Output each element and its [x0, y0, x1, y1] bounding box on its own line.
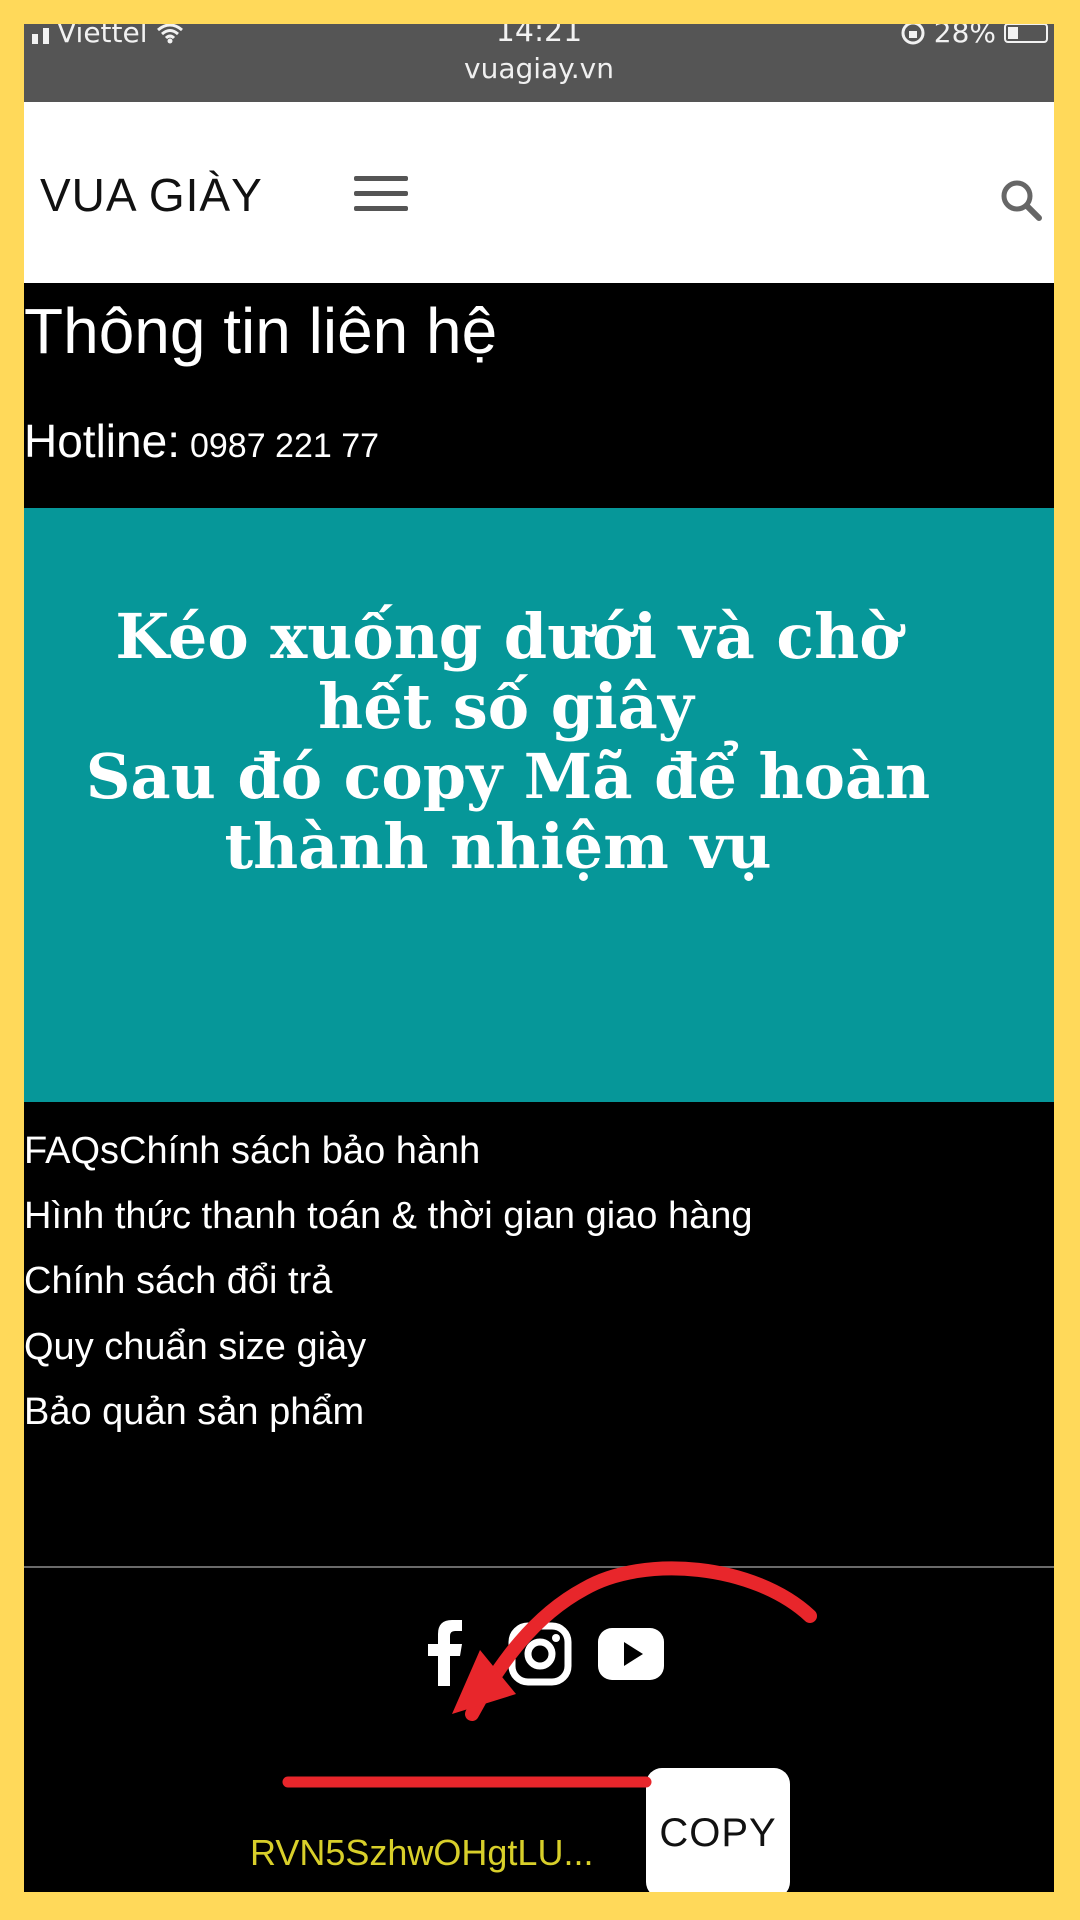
hotline: Hotline: 0987 221 77: [24, 414, 379, 468]
footer-link-faqs-warranty[interactable]: FAQsChính sách bảo hành: [24, 1130, 480, 1173]
banner-line: Kéo xuống dưới và chờ: [115, 600, 901, 673]
footer-link-size-guide[interactable]: Quy chuẩn size giày: [24, 1326, 366, 1369]
battery-percent: 28%: [933, 24, 996, 49]
copy-button[interactable]: COPY: [646, 1768, 790, 1892]
instruction-banner: Kéo xuống dưới và chờ hết số giây Sau đó…: [24, 508, 1054, 1102]
site-header: VUA GIÀY: [24, 102, 1054, 283]
rotation-lock-icon: [901, 24, 925, 44]
banner-line: Sau đó copy Mã để hoàn: [85, 740, 931, 813]
banner-line: thành nhiệm vụ: [224, 810, 772, 883]
phone-screenshot: Viettel 14:21 28% vuagiay.vn VUA GIÀY Th…: [24, 24, 1054, 1892]
contact-title: Thông tin liên hệ: [24, 295, 498, 367]
status-bar: Viettel 14:21 28% vuagiay.vn: [24, 24, 1054, 102]
battery: 28%: [900, 24, 1048, 49]
address-bar[interactable]: vuagiay.vn: [24, 52, 1054, 85]
footer-link-product-care[interactable]: Bảo quản sản phẩm: [24, 1391, 364, 1434]
battery-icon: [1004, 24, 1048, 43]
site-logo[interactable]: VUA GIÀY: [40, 168, 263, 222]
search-icon[interactable]: [999, 178, 1043, 222]
reward-code: RVN5SzhwOHgtLU...: [250, 1832, 594, 1873]
footer-divider: [24, 1566, 1054, 1568]
hotline-label: Hotline:: [24, 415, 180, 467]
footer-link-payment-delivery[interactable]: Hình thức thanh toán & thời gian giao hà…: [24, 1195, 753, 1238]
youtube-icon[interactable]: [598, 1628, 664, 1680]
hotline-number[interactable]: 0987 221 77: [190, 427, 379, 465]
instagram-icon[interactable]: [508, 1622, 572, 1686]
footer-link-return-policy[interactable]: Chính sách đổi trả: [24, 1260, 332, 1303]
banner-line: hết số giây: [318, 670, 694, 743]
facebook-icon[interactable]: [424, 1620, 464, 1686]
hamburger-menu-icon[interactable]: [354, 176, 408, 216]
